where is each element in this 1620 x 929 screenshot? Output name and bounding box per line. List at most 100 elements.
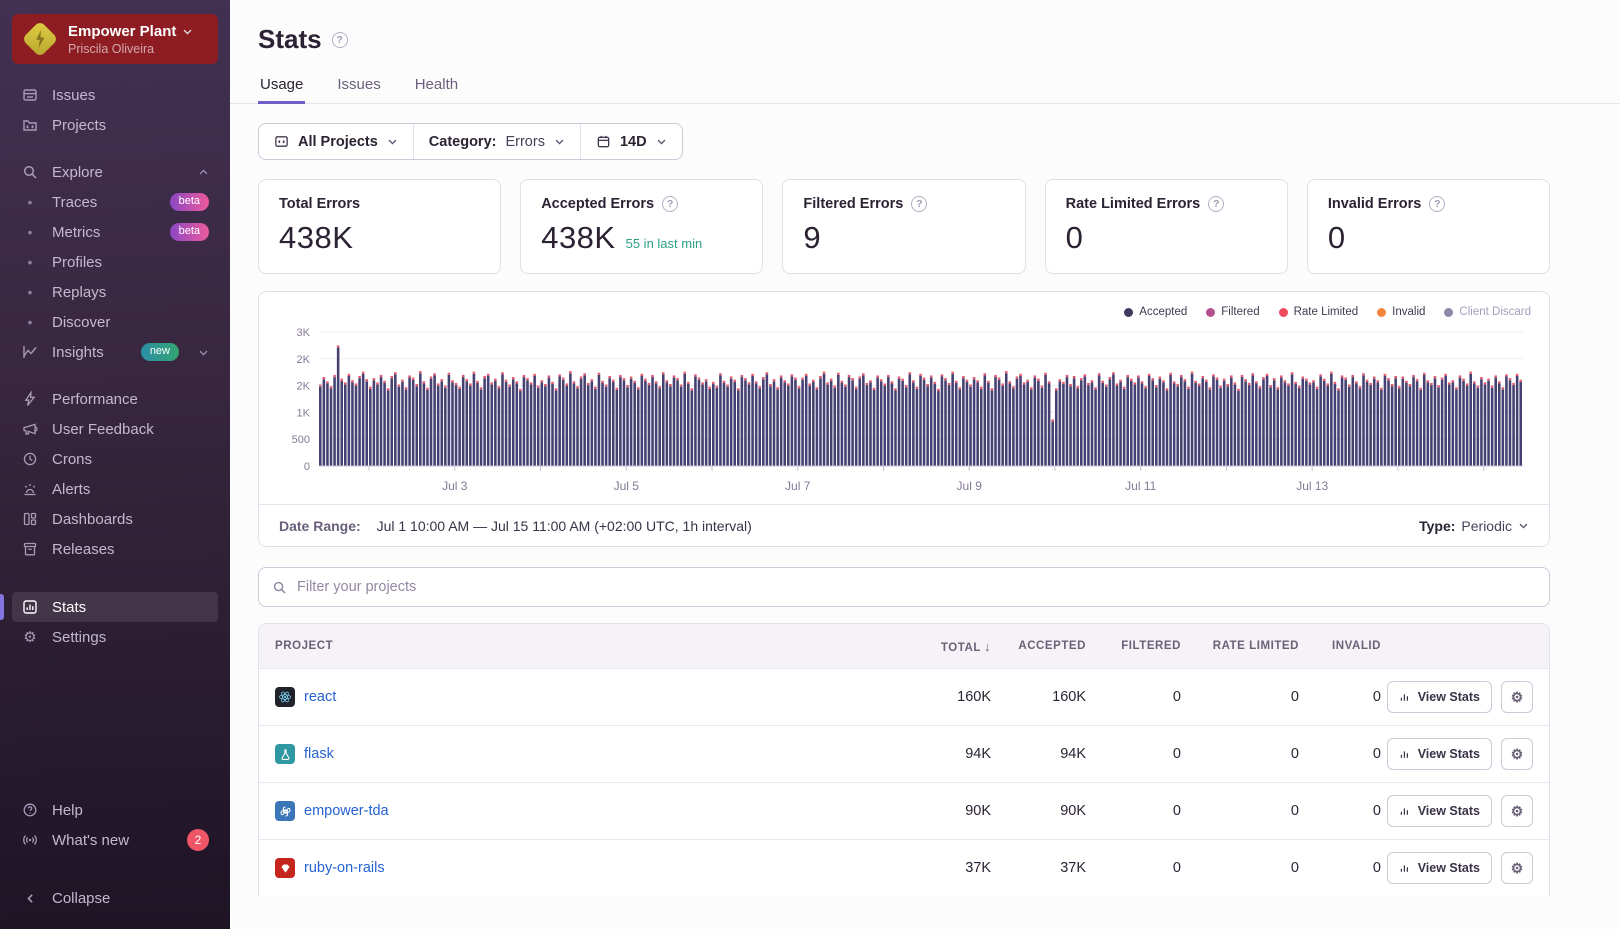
tab-issues[interactable]: Issues	[335, 68, 382, 104]
bar-chart-icon	[21, 599, 39, 615]
sidebar-item-metrics[interactable]: • Metrics beta	[12, 217, 218, 247]
legend-dot	[1206, 307, 1216, 317]
sidebar-item-explore[interactable]: Explore	[12, 157, 218, 187]
svg-text:Jul 9: Jul 9	[957, 479, 983, 493]
view-stats-button[interactable]: View Stats	[1386, 795, 1492, 827]
table-row: react 160K 160K 0 0 0 View Stats ⚙	[259, 668, 1549, 725]
bullet-icon: •	[27, 224, 33, 240]
sidebar-item-profiles[interactable]: • Profiles	[12, 247, 218, 277]
help-icon[interactable]: ?	[1429, 196, 1446, 212]
column-project[interactable]: PROJECT	[275, 640, 871, 652]
view-stats-button[interactable]: View Stats	[1386, 738, 1492, 770]
search-icon	[273, 581, 286, 594]
dashboards-icon	[21, 511, 39, 527]
project-settings-button[interactable]: ⚙	[1501, 681, 1533, 713]
legend-dot	[1278, 307, 1288, 317]
card-accepted-errors: Accepted Errors? 438K 55 in last min	[520, 179, 764, 274]
sidebar-item-settings[interactable]: ⚙ Settings	[12, 622, 218, 652]
gear-icon: ⚙	[1510, 859, 1524, 876]
table-header: PROJECT TOTAL ↓ ACCEPTED FILTERED RATE LI…	[259, 624, 1549, 668]
column-total[interactable]: TOTAL ↓	[871, 639, 991, 654]
tab-usage[interactable]: Usage	[258, 68, 306, 104]
gear-icon: ⚙	[23, 628, 37, 646]
view-stats-button[interactable]: View Stats	[1386, 852, 1492, 884]
search-input[interactable]	[297, 579, 1536, 595]
sidebar-item-alerts[interactable]: Alerts	[12, 474, 218, 504]
help-icon[interactable]: ?	[911, 196, 928, 212]
view-stats-button[interactable]: View Stats	[1386, 681, 1492, 713]
date-range-dropdown[interactable]: 14D	[581, 124, 682, 159]
category-filter-dropdown[interactable]: Category: Errors	[414, 124, 581, 159]
react-platform-icon	[275, 687, 295, 707]
sidebar-item-help[interactable]: Help	[12, 795, 218, 825]
gear-icon: ⚙	[1510, 802, 1524, 819]
svg-text:2K: 2K	[297, 354, 311, 366]
chevron-down-icon	[554, 136, 565, 147]
bullet-icon: •	[27, 254, 33, 270]
sidebar-item-whats-new[interactable]: What's new 2	[12, 825, 218, 855]
sidebar-item-stats[interactable]: Stats	[0, 592, 218, 622]
column-filtered[interactable]: FILTERED	[1086, 640, 1181, 652]
help-icon[interactable]: ?	[662, 196, 679, 212]
filter-bar: All Projects Category: Errors 14D	[258, 123, 683, 160]
card-filtered-errors: Filtered Errors? 9	[782, 179, 1026, 274]
project-search	[258, 567, 1550, 607]
sidebar-item-discover[interactable]: • Discover	[12, 307, 218, 337]
accepted-errors-trend: 55 in last min	[625, 236, 703, 251]
stat-cards: Total Errors 438K Accepted Errors? 438K 5…	[258, 179, 1551, 274]
sidebar-item-insights[interactable]: Insights new	[12, 337, 218, 367]
sidebar-item-projects[interactable]: Projects	[12, 110, 218, 140]
chevron-down-icon	[1518, 520, 1529, 531]
column-invalid[interactable]: INVALID	[1299, 640, 1381, 652]
sidebar-item-issues[interactable]: Issues	[12, 80, 218, 110]
bar-chart-icon	[1400, 751, 1408, 758]
cell-filtered: 0	[1172, 860, 1181, 876]
column-rate-limited[interactable]: RATE LIMITED	[1181, 640, 1299, 652]
svg-text:Jul 11: Jul 11	[1125, 479, 1156, 493]
project-filter-dropdown[interactable]: All Projects	[259, 124, 414, 159]
project-link[interactable]: react	[304, 689, 336, 705]
cell-total: 94K	[965, 746, 991, 762]
sidebar-item-dashboards[interactable]: Dashboards	[12, 504, 218, 534]
total-errors-value: 438K	[279, 220, 354, 255]
cell-invalid: 0	[1372, 746, 1381, 762]
help-icon[interactable]: ?	[331, 31, 348, 48]
cell-rate-limited: 0	[1290, 746, 1299, 762]
cell-rate-limited: 0	[1290, 860, 1299, 876]
cell-total: 90K	[965, 803, 991, 819]
sidebar-item-user-feedback[interactable]: User Feedback	[12, 414, 218, 444]
sidebar-item-releases[interactable]: Releases	[12, 534, 218, 564]
svg-text:Jul 3: Jul 3	[442, 479, 468, 493]
beta-badge: beta	[169, 223, 209, 241]
sidebar-item-crons[interactable]: Crons	[12, 444, 218, 474]
legend-filtered[interactable]: Filtered	[1206, 306, 1260, 318]
project-settings-button[interactable]: ⚙	[1501, 738, 1533, 770]
tab-health[interactable]: Health	[413, 68, 460, 104]
project-settings-button[interactable]: ⚙	[1501, 795, 1533, 827]
legend-accepted[interactable]: Accepted	[1124, 306, 1187, 318]
sidebar-item-performance[interactable]: Performance	[12, 384, 218, 414]
project-settings-button[interactable]: ⚙	[1501, 852, 1533, 884]
card-rate-limited-errors: Rate Limited Errors? 0	[1044, 179, 1288, 274]
legend-rate-limited[interactable]: Rate Limited	[1278, 306, 1358, 318]
help-icon[interactable]: ?	[1208, 196, 1225, 212]
type-dropdown[interactable]: Type: Periodic	[1419, 518, 1529, 534]
project-link[interactable]: empower-tda	[304, 803, 389, 819]
sidebar-collapse-button[interactable]: Collapse	[12, 883, 218, 913]
sidebar-item-replays[interactable]: • Replays	[12, 277, 218, 307]
legend-invalid[interactable]: Invalid	[1377, 306, 1425, 318]
main-content: Stats ? Usage Issues Health All Projects…	[230, 0, 1620, 929]
archive-icon	[21, 541, 39, 557]
cell-accepted: 160K	[1052, 689, 1086, 705]
project-link[interactable]: flask	[304, 746, 334, 762]
org-switcher[interactable]: Empower Plant Priscila Oliveira	[12, 14, 218, 64]
project-link[interactable]: ruby-on-rails	[304, 860, 385, 876]
org-name: Empower Plant	[68, 22, 177, 40]
issues-icon	[21, 87, 39, 103]
help-icon	[21, 802, 39, 818]
legend-client-discard[interactable]: Client Discard	[1444, 306, 1531, 318]
column-accepted[interactable]: ACCEPTED	[991, 640, 1086, 652]
cell-total: 160K	[957, 689, 991, 705]
sidebar-item-traces[interactable]: • Traces beta	[12, 187, 218, 217]
legend-dot	[1377, 307, 1387, 317]
